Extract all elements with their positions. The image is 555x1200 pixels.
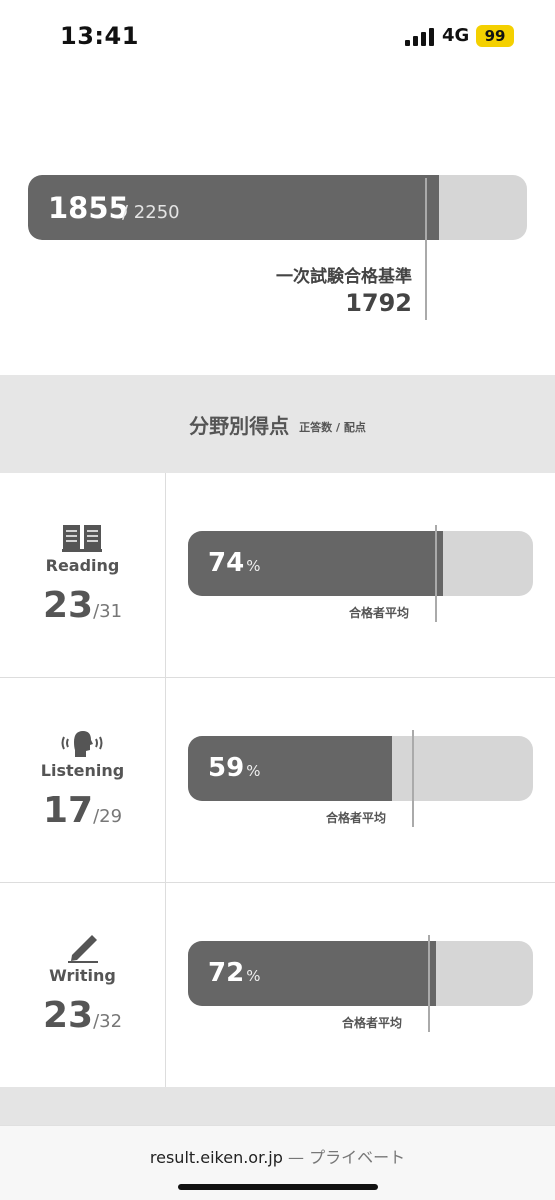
pass-average-label: 合格者平均: [349, 606, 410, 620]
total-score-value: 1855: [48, 191, 129, 225]
skill-score-max: /32: [93, 1011, 123, 1032]
row-divider: [165, 678, 166, 882]
skill-percent-unit: %: [246, 967, 261, 985]
network-type: 4G: [442, 25, 470, 46]
row-divider: [165, 473, 166, 677]
skill-percent-value: 72: [208, 958, 245, 988]
pass-average-marker: [435, 525, 437, 622]
skill-percent: 74%: [208, 548, 260, 578]
skill-score-correct: 23: [42, 995, 94, 1036]
section-subtitle: 正答数 / 配点: [299, 421, 366, 434]
browser-url[interactable]: result.eiken.or.jp — プライベート: [0, 1144, 555, 1168]
section-title: 分野別得点: [189, 413, 290, 438]
home-indicator[interactable]: [178, 1184, 378, 1190]
skill-row-writing: Writing 23/32 72% 合格者平均: [0, 883, 555, 1088]
skill-score-max: /29: [93, 806, 123, 827]
pass-average-label: 合格者平均: [342, 1016, 403, 1030]
row-divider: [165, 883, 166, 1087]
total-score-max: / 2250: [122, 202, 180, 223]
skill-percent-unit: %: [246, 762, 261, 780]
skill-percent-unit: %: [246, 557, 261, 575]
skill-score: 17/29: [0, 790, 165, 831]
skill-name: Writing: [49, 966, 116, 985]
skill-score: 23/32: [0, 995, 165, 1036]
url-separator: —: [287, 1148, 304, 1167]
pencil-icon: [68, 935, 98, 963]
pass-average-marker: [412, 730, 414, 827]
skill-score-max: /31: [93, 601, 123, 622]
pass-threshold-label: 一次試験合格基準: [276, 267, 412, 287]
listening-head-icon: [61, 731, 103, 757]
pass-threshold-value: 1792: [345, 289, 412, 317]
pass-average-marker: [428, 935, 430, 1032]
status-bar: 13:41 4G 99: [0, 0, 555, 70]
skill-percent: 59%: [208, 753, 260, 783]
skill-score-correct: 17: [42, 790, 94, 831]
browser-address-bar[interactable]: result.eiken.or.jp — プライベート: [0, 1125, 555, 1200]
skill-name: Listening: [40, 761, 125, 780]
book-icon: [62, 525, 102, 552]
private-mode-label: プライベート: [309, 1148, 406, 1167]
page-footer-band: [0, 1087, 555, 1125]
status-time: 13:41: [60, 22, 139, 50]
skill-row-reading: Reading 23/31 74% 合格者平均: [0, 473, 555, 678]
skill-name: Reading: [45, 556, 120, 575]
skill-percent-value: 74: [208, 548, 245, 578]
skill-score-correct: 23: [42, 585, 94, 626]
battery-icon: 99: [476, 25, 514, 47]
section-header: 分野別得点 正答数 / 配点: [0, 375, 555, 473]
url-domain: result.eiken.or.jp: [149, 1148, 283, 1167]
cellular-signal-icon: [405, 28, 434, 46]
skill-score: 23/31: [0, 585, 165, 626]
pass-threshold-marker: [425, 178, 427, 320]
skill-percent-value: 59: [208, 753, 245, 783]
skill-row-listening: Listening 17/29 59% 合格者平均: [0, 678, 555, 883]
pass-average-label: 合格者平均: [326, 811, 387, 825]
skill-percent: 72%: [208, 958, 260, 988]
